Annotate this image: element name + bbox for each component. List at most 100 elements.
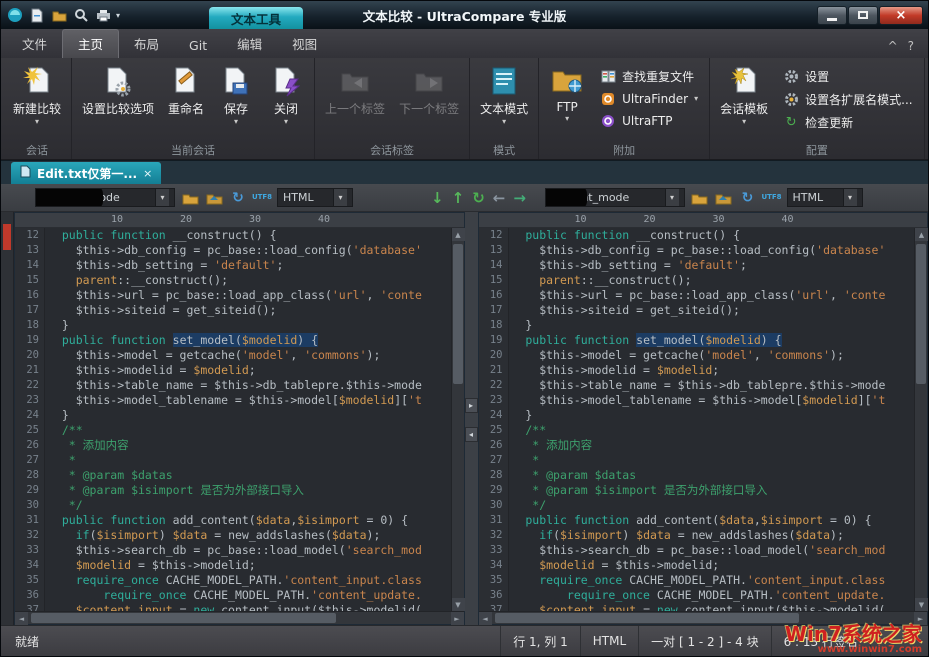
right-code-area[interactable]: public function __construct() { $this->d… [509, 228, 915, 611]
ribbon-group-current-session: 设置比较选项 重命名 保存 ▾ 关闭 ▾ 当前会话 [72, 58, 315, 159]
maximize-button[interactable] [848, 6, 878, 25]
right-syntax-combobox[interactable]: HTML ▾ [787, 188, 863, 207]
next-tab-icon [414, 64, 444, 98]
extension-mode-settings-button[interactable]: 设置各扩展名模式... [779, 90, 916, 109]
merge-to-right-icon[interactable]: ▸ [465, 398, 478, 413]
minimize-button[interactable] [817, 6, 847, 25]
right-vertical-scrollbar[interactable]: ▲ ▼ [914, 228, 927, 611]
settings-button[interactable]: 设置 [779, 67, 916, 86]
scroll-down-icon[interactable]: ▼ [915, 598, 928, 611]
scroll-up-icon[interactable]: ▲ [915, 228, 928, 241]
tab-view[interactable]: 视图 [277, 30, 332, 58]
gear-doc-icon [783, 92, 799, 108]
scroll-left-icon[interactable]: ◄ [479, 612, 492, 625]
scroll-left-icon[interactable]: ◄ [15, 612, 28, 625]
compare-options-button[interactable]: 设置比较选项 [75, 61, 161, 144]
left-syntax-combobox[interactable]: HTML ▾ [277, 188, 353, 207]
tab-file[interactable]: 文件 [7, 30, 62, 58]
document-icon [20, 165, 31, 181]
close-button[interactable]: × [879, 6, 923, 25]
left-path-combobox[interactable]: content_mode ▾ [35, 188, 175, 207]
check-update-button[interactable]: ↻ 检查更新 [779, 113, 916, 132]
ftp-icon [551, 64, 583, 98]
merge-right-icon[interactable]: → [513, 189, 526, 207]
new-compare-button[interactable]: 新建比较 ▾ [6, 61, 68, 144]
tab-home[interactable]: 主页 [62, 29, 119, 58]
right-path-combobox[interactable]: content_mode ▾ [545, 188, 685, 207]
right-pane-toolbar: content_mode ▾ ↻ UTF8 HTML ▾ [539, 188, 929, 207]
open-folder-icon[interactable] [691, 189, 709, 207]
scroll-right-icon[interactable]: ► [451, 612, 464, 625]
status-syntax[interactable]: HTML [580, 626, 638, 656]
collapse-ribbon-icon[interactable]: ^ [888, 39, 898, 53]
close-tab-icon[interactable]: × [143, 167, 152, 180]
previous-tab-icon [340, 64, 370, 98]
ribbon-group-session-tabs: 上一个标签 下一个标签 会话标签 [315, 58, 470, 159]
scrollbar-thumb[interactable] [495, 613, 800, 623]
print-icon[interactable] [94, 6, 112, 24]
tab-edit[interactable]: 编辑 [222, 30, 277, 58]
utf8-encoding-icon[interactable]: UTF8 [763, 189, 781, 207]
dropdown-arrow-icon: ▾ [565, 116, 569, 122]
session-template-button[interactable]: 会话模板 ▾ [713, 61, 775, 144]
left-code-area[interactable]: public function __construct() { $this->d… [45, 228, 451, 611]
scroll-down-icon[interactable]: ▼ [452, 598, 465, 611]
text-mode-icon [489, 64, 519, 98]
sync-refresh-icon[interactable]: ↻ [739, 189, 757, 207]
new-file-icon[interactable] [28, 6, 46, 24]
previous-tab-button[interactable]: 上一个标签 [318, 61, 392, 144]
folder-up-icon[interactable] [205, 189, 223, 207]
save-button[interactable]: 保存 ▾ [211, 61, 261, 144]
context-tab-text-tools[interactable]: 文本工具 [209, 7, 303, 29]
scroll-right-icon[interactable]: ► [914, 612, 927, 625]
previous-difference-icon[interactable]: ↑ [452, 189, 465, 207]
search-icon[interactable] [72, 6, 90, 24]
right-horizontal-scrollbar[interactable]: ◄ ► [479, 611, 928, 624]
recompare-icon[interactable]: ↻ [472, 189, 485, 207]
tab-layout[interactable]: 布局 [119, 30, 174, 58]
tab-git[interactable]: Git [174, 34, 222, 58]
status-cursor-position: 行 1, 列 1 [500, 626, 580, 656]
open-file-icon[interactable] [50, 6, 68, 24]
text-mode-button[interactable]: 文本模式 ▾ [473, 61, 535, 144]
scrollbar-thumb[interactable] [916, 244, 926, 384]
ftp-button[interactable]: FTP ▾ [542, 61, 592, 144]
utf8-encoding-icon[interactable]: UTF8 [253, 189, 271, 207]
chevron-down-icon[interactable]: ▾ [843, 189, 857, 206]
right-line-numbers: 1213141516171819202122232425262728293031… [479, 228, 509, 611]
folder-up-icon[interactable] [715, 189, 733, 207]
chevron-down-icon[interactable]: ▾ [333, 189, 347, 206]
left-pane-toolbar: content_mode ▾ ↻ UTF8 HTML ▾ [1, 188, 419, 207]
sync-refresh-icon[interactable]: ↻ [229, 189, 247, 207]
chevron-down-icon[interactable]: ▾ [155, 189, 169, 206]
ultraftp-button[interactable]: UltraFTP [596, 112, 702, 130]
app-logo-icon[interactable] [6, 6, 24, 24]
merge-to-left-icon[interactable]: ◂ [465, 427, 478, 442]
customize-quick-access-icon[interactable]: ▾ [116, 11, 120, 20]
session-template-icon [729, 64, 759, 98]
window-title: 文本比较 - UltraCompare 专业版 [1, 6, 928, 25]
document-tab[interactable]: Edit.txt仅第一... × [11, 162, 161, 184]
scrollbar-thumb[interactable] [453, 244, 463, 384]
left-horizontal-scrollbar[interactable]: ◄ ► [15, 611, 464, 624]
scrollbar-thumb[interactable] [31, 613, 336, 623]
find-duplicates-button[interactable]: 查找重复文件 [596, 67, 702, 86]
help-icon[interactable]: ? [908, 39, 914, 53]
diff-overview-map[interactable] [1, 212, 14, 625]
next-difference-icon[interactable]: ↓ [431, 189, 444, 207]
status-diff-blocks: 一对 [ 1 - 2 ] - 4 块 [638, 626, 770, 656]
left-vertical-scrollbar[interactable]: ▲ ▼ [451, 228, 464, 611]
merge-left-icon[interactable]: ← [493, 189, 506, 207]
close-session-button[interactable]: 关闭 ▾ [261, 61, 311, 144]
ultrafinder-button[interactable]: UltraFinder ▾ [596, 90, 702, 108]
open-folder-icon[interactable] [181, 189, 199, 207]
scroll-up-icon[interactable]: ▲ [452, 228, 465, 241]
dropdown-arrow-icon: ▾ [742, 119, 746, 125]
find-duplicates-icon [600, 69, 616, 85]
pane-toolbars: content_mode ▾ ↻ UTF8 HTML ▾ ↓ ↑ ↻ ← → c… [1, 184, 928, 212]
next-tab-button[interactable]: 下一个标签 [392, 61, 466, 144]
app-window: ▾ 文本工具 文本比较 - UltraCompare 专业版 × 文件 主页 布… [0, 0, 929, 657]
merge-navigation-toolbar: ↓ ↑ ↻ ← → [419, 189, 539, 207]
chevron-down-icon[interactable]: ▾ [665, 189, 679, 206]
rename-button[interactable]: 重命名 [161, 61, 211, 144]
